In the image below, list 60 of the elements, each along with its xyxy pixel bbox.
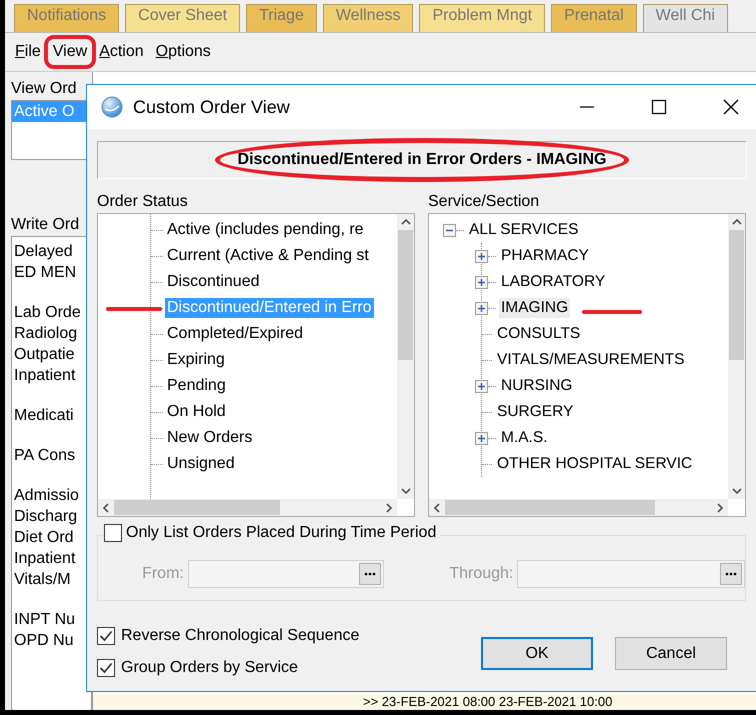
- tree-item[interactable]: New Orders: [165, 428, 254, 448]
- panel-label: View Ord: [11, 80, 78, 98]
- tree-item[interactable]: LABORATORY: [499, 272, 608, 292]
- date-field[interactable]: [517, 560, 745, 588]
- tree-item[interactable]: OTHER HOSPITAL SERVIC: [495, 454, 694, 474]
- tree-item[interactable]: PHARMACY: [499, 246, 591, 266]
- panel-label: Write Ord: [11, 216, 80, 234]
- ellipsis-icon: [725, 572, 737, 576]
- tree-item[interactable]: CONSULTS: [495, 324, 582, 344]
- tree-item[interactable]: IMAGING: [499, 298, 570, 318]
- list-label: Order Status: [97, 193, 189, 212]
- tree-item[interactable]: Unsigned: [165, 454, 237, 474]
- tree-item[interactable]: M.A.S.: [499, 428, 550, 448]
- tree-item[interactable]: On Hold: [165, 402, 228, 422]
- tree-item[interactable]: Current (Active & Pending st: [165, 246, 371, 266]
- dialog-button[interactable]: Cancel: [615, 637, 727, 670]
- globe-icon: [101, 96, 123, 118]
- dialog-title: Custom Order View: [133, 96, 291, 118]
- maximize-icon: [650, 98, 668, 116]
- expand-icon[interactable]: [475, 432, 488, 444]
- field-label: Through:: [448, 565, 514, 583]
- order-date-text: >> 23-FEB-2021 08:00 23-FEB-2021 10:00: [363, 694, 612, 709]
- expand-icon[interactable]: [475, 302, 488, 314]
- ellipsis-button[interactable]: [358, 563, 381, 585]
- horizontal-scrollbar[interactable]: [429, 499, 728, 516]
- checkbox-label: Only List Orders Placed During Time Period: [126, 524, 436, 542]
- tree-item[interactable]: Discontinued: [165, 272, 262, 292]
- checkbox-label: Group Orders by Service: [121, 659, 298, 677]
- date-field[interactable]: [188, 560, 384, 588]
- checkbox[interactable]: [97, 659, 115, 677]
- tree-item[interactable]: NURSING: [499, 376, 574, 396]
- minimize-icon: [580, 106, 594, 108]
- menu-item[interactable]: Action: [98, 41, 145, 63]
- tree-item[interactable]: SURGERY: [495, 402, 576, 422]
- dialog-button[interactable]: OK: [481, 637, 593, 670]
- ellipsis-button[interactable]: [720, 563, 742, 585]
- tree-item[interactable]: Completed/Expired: [165, 324, 306, 344]
- vertical-scrollbar[interactable]: [397, 214, 414, 499]
- view-title: Discontinued/Entered in Error Orders - IMAGING: [238, 151, 606, 168]
- checkbox-label: Reverse Chronological Sequence: [121, 627, 360, 645]
- tree-item[interactable]: ALL SERVICES: [467, 220, 580, 240]
- expand-icon[interactable]: [475, 276, 488, 288]
- expand-icon[interactable]: [475, 250, 488, 262]
- horizontal-scrollbar[interactable]: [98, 499, 397, 516]
- list-label: Service/Section: [428, 193, 540, 212]
- menu-item[interactable]: Options: [154, 41, 212, 63]
- field-label: From:: [141, 565, 185, 583]
- menu-item[interactable]: View: [52, 41, 88, 62]
- menu-item[interactable]: File: [14, 41, 42, 63]
- tree-item[interactable]: VITALS/MEASUREMENTS: [495, 350, 686, 370]
- tree-item[interactable]: Expiring: [165, 350, 227, 370]
- tree-item[interactable]: Active (includes pending, re: [165, 220, 366, 240]
- collapse-icon[interactable]: [443, 224, 456, 236]
- expand-icon[interactable]: [475, 380, 488, 392]
- checkbox[interactable]: [97, 627, 115, 645]
- tab[interactable]: Well Chi: [642, 4, 728, 32]
- ellipsis-icon: [364, 572, 376, 576]
- tree-item[interactable]: Pending: [165, 376, 228, 396]
- vertical-scrollbar[interactable]: [728, 214, 745, 499]
- close-icon: [722, 98, 740, 116]
